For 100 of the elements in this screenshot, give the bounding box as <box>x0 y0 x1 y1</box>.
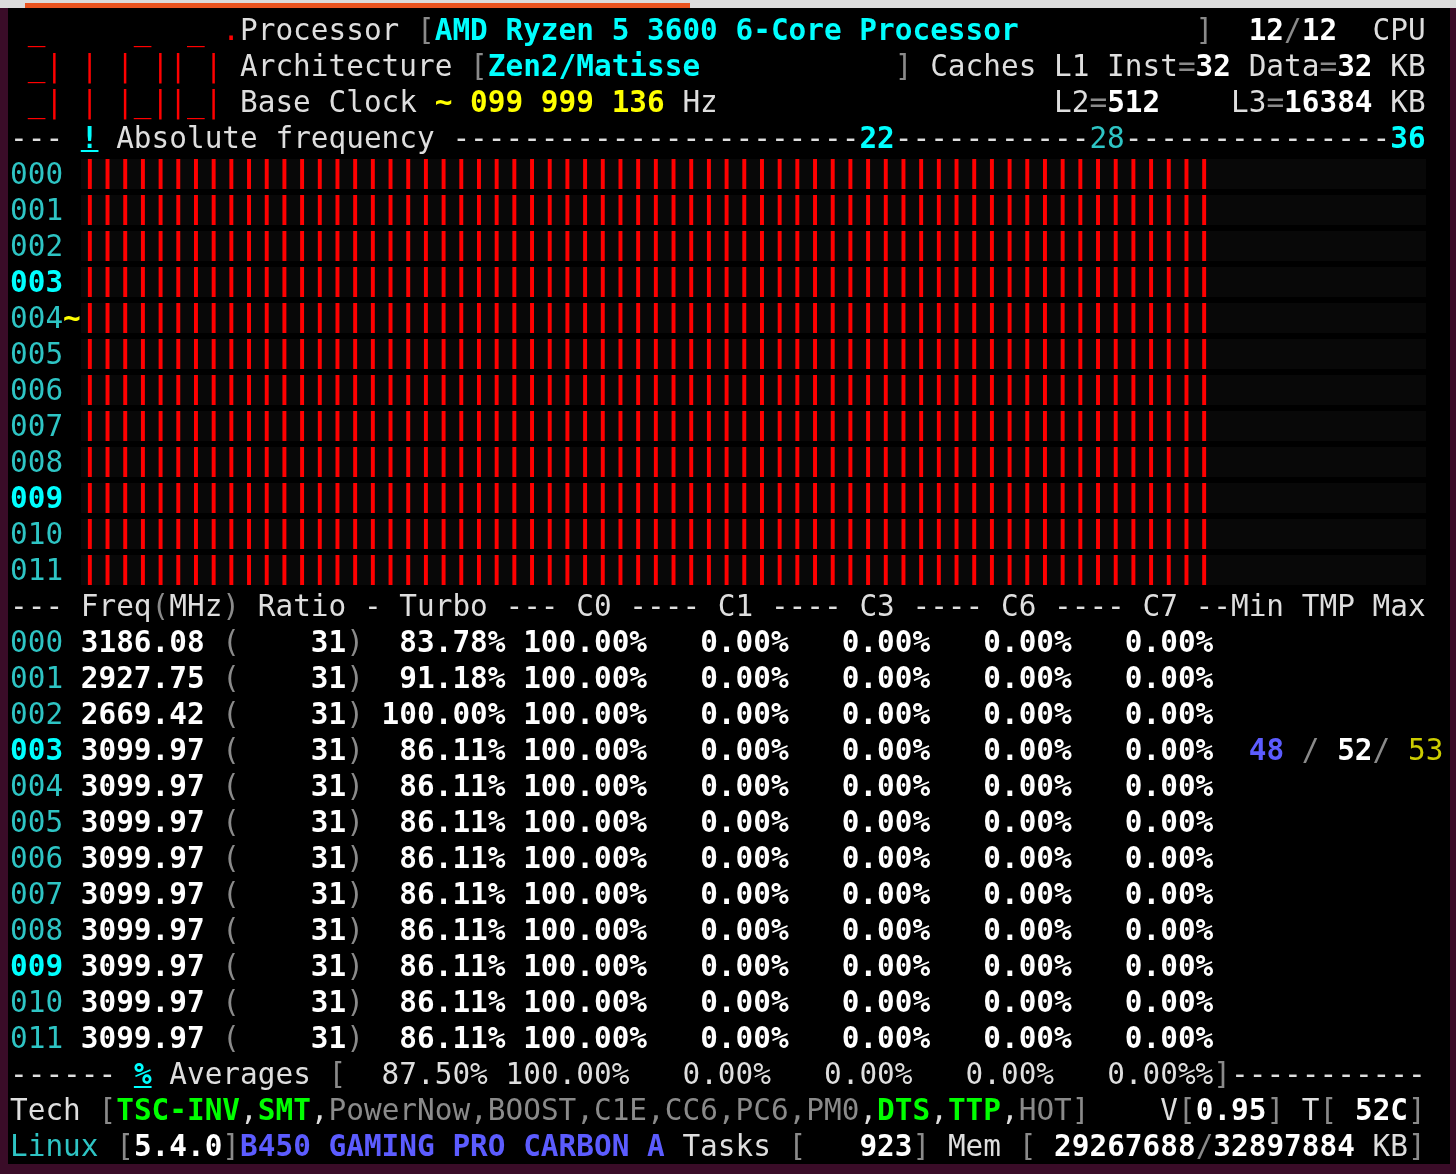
punctuation-text: ) <box>346 732 364 768</box>
value-text: 3099.97 <box>79 1020 205 1056</box>
value-text: 0.00% <box>982 984 1072 1020</box>
value-text: 0.00% <box>840 768 931 804</box>
punctuation-text: / <box>1300 732 1320 768</box>
cpu-id: 001 <box>10 192 64 228</box>
cpu-id: 003 <box>10 264 64 300</box>
value-text: 0.00% <box>840 804 931 840</box>
punctuation-text: ] <box>893 48 913 84</box>
value-text: 3099.97 <box>79 876 205 912</box>
punctuation-text: ) <box>346 1020 364 1056</box>
value-text: 86.11% <box>398 768 506 804</box>
value-text: 0.00% <box>1123 660 1214 696</box>
highlight-text: 36 <box>1390 120 1426 156</box>
dash-rule: --- <box>10 588 65 624</box>
punctuation-text: ) <box>222 588 241 624</box>
temperature-value: 53 <box>1406 732 1444 768</box>
value-text: 100.00% <box>522 768 648 804</box>
punctuation-text: ( <box>221 840 241 876</box>
highlight-text: Zen2/Matisse <box>487 48 701 84</box>
terminal-text: L2 <box>1053 84 1090 120</box>
cpu-id: 000 <box>10 156 64 192</box>
terminal-text: 0.00% <box>681 1056 771 1092</box>
value-text: 86.11% <box>398 948 506 984</box>
cpu-id: 008 <box>10 912 64 948</box>
punctuation-text: ] <box>1408 1128 1426 1164</box>
frequency-digits-art: _ _ _ . <box>26 12 241 48</box>
value-text: 100.00% <box>522 1020 648 1056</box>
punctuation-text: ) <box>346 912 364 948</box>
value-text: 0.00% <box>699 768 789 804</box>
punctuation-text: ( <box>221 768 241 804</box>
punctuation-text: ) <box>346 624 364 660</box>
cpu-id: 000 <box>10 624 64 660</box>
shortcut-key[interactable]: ! <box>80 120 99 156</box>
value-text: 0.00% <box>840 984 931 1020</box>
enabled-feature: TTP <box>947 1092 1001 1128</box>
value-text: 52C <box>1353 1092 1409 1128</box>
value-text: 100.00% <box>522 984 648 1020</box>
punctuation-text: ( <box>221 948 241 984</box>
punctuation-text: ( <box>221 912 241 948</box>
value-text: 923 <box>858 1128 913 1164</box>
cpu-id: 007 <box>10 408 64 444</box>
cpu-id: 007 <box>10 876 64 912</box>
cpu-id: 002 <box>10 228 64 264</box>
value-text: 0.00% <box>699 840 789 876</box>
value-text: 86.11% <box>398 732 506 768</box>
value-text: 52 <box>1336 732 1373 768</box>
punctuation-text: = <box>1089 84 1108 120</box>
punctuation-text: / <box>1195 1128 1214 1164</box>
value-text: 3099.97 <box>79 840 205 876</box>
value-text: 0.00% <box>1123 948 1214 984</box>
terminal-text: Processor <box>240 12 401 48</box>
disabled-feature: HOT <box>1018 1092 1072 1128</box>
punctuation-text: [ <box>98 1092 117 1128</box>
dash-rule: ----------- <box>894 120 1090 156</box>
value-text: 0.00% <box>840 876 931 912</box>
value-text: 0.00% <box>1123 912 1214 948</box>
value-text: 5.4.0 <box>133 1128 223 1164</box>
terminal-text: Tech <box>10 1092 82 1128</box>
punctuation-text: ( <box>151 588 170 624</box>
value-text: 31 <box>309 696 347 732</box>
value-text: 0.00% <box>699 624 789 660</box>
value-text: 32897884 <box>1213 1128 1355 1164</box>
terminal-text: Base Clock <box>239 84 418 120</box>
terminal-text: , <box>240 1092 258 1128</box>
shortcut-key[interactable]: % <box>133 1056 152 1092</box>
value-text: 86.11% <box>398 840 506 876</box>
value-text: 0.00% <box>1123 768 1214 804</box>
punctuation-text: [ <box>1178 1092 1196 1128</box>
value-text: 31 <box>309 840 347 876</box>
terminal-text: V <box>1159 1092 1178 1128</box>
value-text: 512 <box>1107 84 1161 120</box>
punctuation-text: ) <box>346 840 364 876</box>
value-text: 31 <box>309 660 347 696</box>
cpu-id: 011 <box>10 1020 64 1056</box>
value-text: 3099.97 <box>79 804 205 840</box>
value-text: 12 <box>1301 12 1338 48</box>
value-text: 0.00% <box>840 840 931 876</box>
value-text: 100.00% <box>522 624 648 660</box>
terminal-text: , <box>930 1092 948 1128</box>
dash-rule: ------ <box>10 1056 118 1092</box>
punctuation-text: / <box>1284 12 1302 48</box>
terminal-text: L3 <box>1230 84 1267 120</box>
cpu-id: 005 <box>10 804 64 840</box>
highlight-text: AMD Ryzen 5 3600 6-Core Processor <box>434 12 1019 48</box>
value-text: 0.00% <box>982 876 1072 912</box>
value-text: 31 <box>309 804 347 840</box>
terminal-text: 87.50% <box>380 1056 488 1092</box>
value-text: 0.00% <box>699 732 789 768</box>
value-text: 86.11% <box>398 912 506 948</box>
enabled-feature: TSC-INV <box>116 1092 241 1128</box>
punctuation-text: ( <box>221 876 241 912</box>
punctuation-text: [ <box>417 12 435 48</box>
value-text: 0.00% <box>840 912 931 948</box>
terminal-text: 100.00% <box>504 1056 630 1092</box>
value-text: 0.00% <box>1123 804 1214 840</box>
dash-rule: ----------------------- <box>452 120 860 156</box>
frequency-digits-art: _| | | || | <box>26 48 223 84</box>
value-text: 3099.97 <box>79 984 205 1020</box>
terminal-text: 0.00% <box>964 1056 1055 1092</box>
